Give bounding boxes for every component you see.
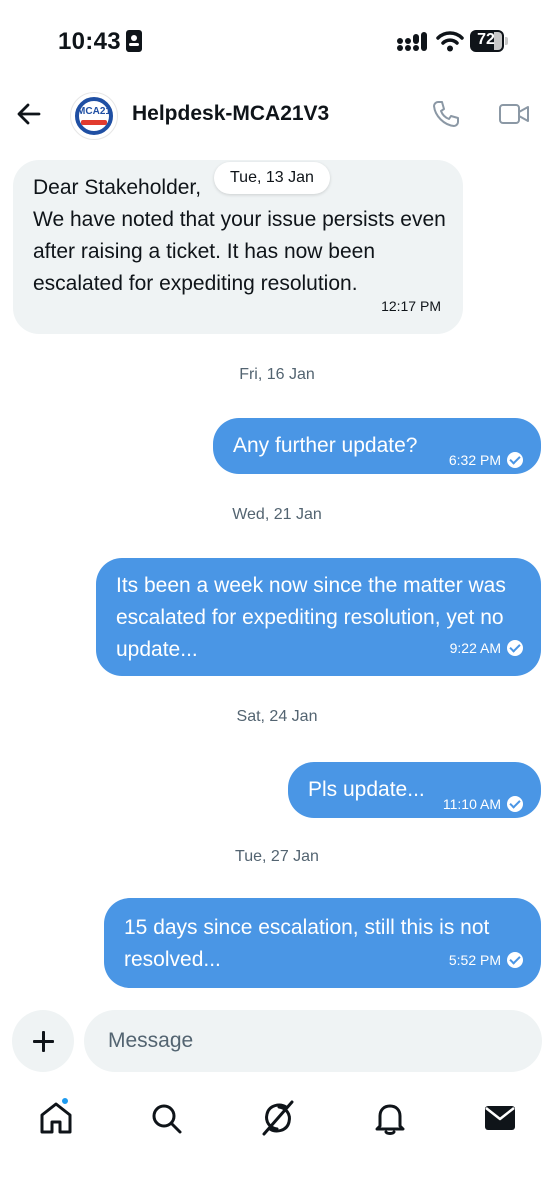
search-icon[interactable] [146,1098,186,1138]
sent-check-icon [507,640,523,656]
phone-icon[interactable] [430,98,462,130]
message-text: Pls update... [308,778,425,801]
message-outgoing[interactable]: Its been a week now since the matter was… [96,558,541,676]
id-card-icon [126,30,142,52]
sent-check-icon [507,796,523,812]
status-bar: 10:43 72 [0,0,554,84]
message-text: Any further update? [233,434,418,457]
date-separator: Wed, 21 Jan [232,506,322,523]
message-meta: 12:17 PM [381,290,441,322]
message-meta: 11:10 AM [443,788,523,820]
notification-dot [60,1096,70,1106]
message-outgoing[interactable]: Any further update? 6:32 PM [213,418,541,474]
battery-level: 72 [477,31,495,48]
message-time: 9:22 AM [449,640,501,656]
sent-check-icon [507,452,523,468]
cellular-signal-icon [397,32,427,51]
status-time: 10:43 [58,28,121,55]
message-input[interactable] [84,1010,542,1072]
message-time: 12:17 PM [381,298,441,314]
video-camera-icon[interactable] [498,100,530,128]
avatar-logo-text: MCA21 [77,106,111,117]
message-time: 5:52 PM [448,952,501,968]
sent-check-icon [507,952,523,968]
date-separator: Fri, 16 Jan [239,366,315,383]
notifications-icon[interactable] [370,1098,410,1138]
back-arrow-icon[interactable] [14,99,44,129]
chat-header: MCA21 Helpdesk-MCA21V3 [0,84,554,144]
message-time: 11:10 AM [442,796,501,812]
date-separator: Tue, 27 Jan [235,848,319,865]
message-meta: 9:22 AM [450,632,523,664]
message-outgoing[interactable]: Pls update... 11:10 AM [288,762,541,818]
contact-name[interactable]: Helpdesk-MCA21V3 [132,102,329,126]
floating-date-pill: Tue, 13 Jan [214,162,330,194]
wifi-icon [436,31,464,52]
message-outgoing[interactable]: 15 days since escalation, still this is … [104,898,541,988]
date-separator: Sat, 24 Jan [236,708,318,725]
message-time: 6:32 PM [448,452,501,468]
grok-icon[interactable] [258,1098,298,1138]
home-icon[interactable] [36,1098,76,1138]
battery-indicator: 72 [470,30,508,52]
avatar[interactable]: MCA21 [70,92,118,140]
messages-icon[interactable] [480,1098,520,1138]
add-attachment-button[interactable] [12,1010,74,1072]
message-meta: 6:32 PM [449,444,523,476]
message-meta: 5:52 PM [449,944,523,976]
